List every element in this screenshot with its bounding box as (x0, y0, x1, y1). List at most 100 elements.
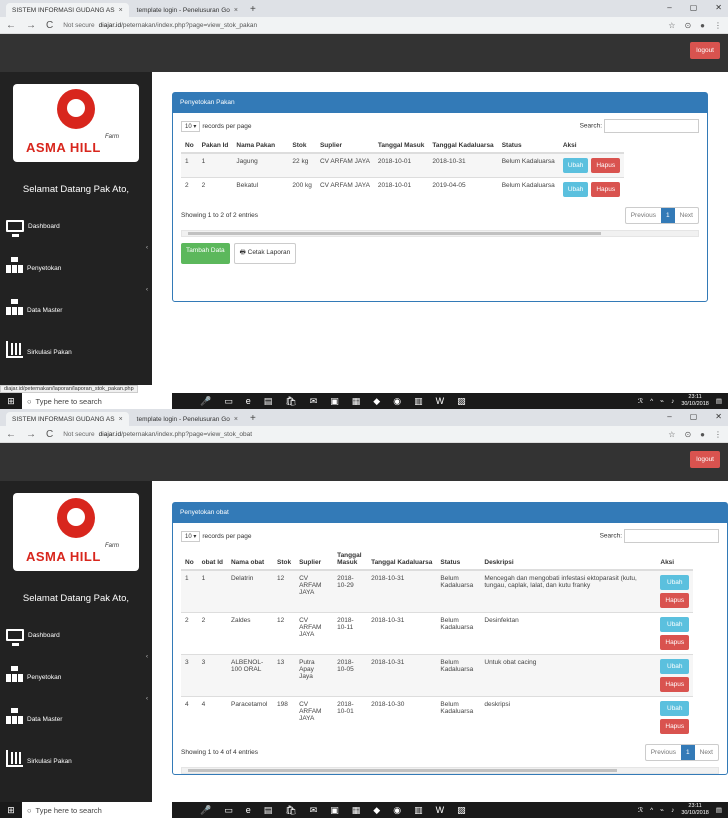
column-header[interactable]: Status (497, 139, 559, 154)
app-icon[interactable]: ▥ (414, 396, 423, 407)
column-header[interactable]: Pakan Id (197, 139, 233, 154)
profile-icon[interactable]: ● (700, 21, 705, 30)
notification-icon[interactable]: ▤ (716, 397, 722, 405)
calc-icon[interactable]: ▦ (352, 396, 361, 407)
star-icon[interactable]: ☆ (668, 21, 675, 30)
app-icon[interactable]: ▥ (414, 805, 423, 816)
chrome-icon[interactable]: ◉ (393, 396, 401, 407)
delete-button[interactable]: Hapus (660, 635, 690, 650)
close-icon[interactable]: × (234, 416, 238, 423)
network-icon[interactable]: ⌁ (660, 806, 664, 814)
edit-button[interactable]: Ubah (660, 659, 690, 674)
sidebar-item-penyetokan[interactable]: Penyetokan ‹ (0, 646, 152, 688)
store-icon[interactable]: 🛍 (285, 396, 296, 407)
pagination-page-1[interactable]: 1 (681, 745, 695, 760)
task-view-icon[interactable]: ▭ (224, 396, 233, 407)
column-header[interactable]: Nama Pakan (232, 139, 289, 154)
edge-icon[interactable]: e (246, 396, 251, 407)
edit-button[interactable]: Ubah (660, 575, 690, 590)
delete-button[interactable]: Hapus (591, 158, 621, 173)
windows-start-icon[interactable]: ⊞ (0, 396, 22, 407)
maximize-icon[interactable]: ▢ (690, 3, 698, 12)
page-length-select[interactable]: 10 ▾ (181, 120, 201, 132)
sidebar-item-dashboard[interactable]: Dashboard (0, 604, 152, 646)
sidebar-item-penyetokan[interactable]: Penyetokan ‹ (0, 237, 152, 279)
logout-button[interactable]: logout (690, 451, 720, 468)
column-header[interactable]: Tanggal Kadaluarsa (367, 549, 437, 571)
mic-icon[interactable]: 🎤 (200, 805, 211, 816)
column-header[interactable]: No (181, 139, 198, 154)
extension-icon[interactable]: ⊙ (684, 21, 691, 30)
pagination-page-1[interactable]: 1 (661, 208, 675, 223)
people-icon[interactable]: ℛ (638, 806, 643, 814)
delete-button[interactable]: Hapus (660, 593, 690, 608)
horizontal-scrollbar[interactable] (181, 230, 699, 237)
network-icon[interactable]: ⌁ (660, 397, 664, 405)
column-header[interactable]: Suplier (315, 139, 374, 154)
chrome-icon[interactable]: ◉ (393, 805, 401, 816)
chevron-up-icon[interactable]: ^ (650, 807, 653, 814)
store-icon[interactable]: 🛍 (285, 805, 296, 816)
volume-icon[interactable]: ♪ (671, 398, 674, 405)
edit-button[interactable]: Ubah (660, 617, 690, 632)
sidebar-item-sirkulasi-pakan[interactable]: Sirkulasi Pakan (0, 321, 152, 363)
file-explorer-icon[interactable]: ▤ (264, 396, 273, 407)
menu-icon[interactable]: ⋮ (714, 430, 722, 439)
column-header[interactable]: obat Id (197, 549, 227, 571)
close-icon[interactable]: × (119, 7, 123, 14)
column-header[interactable]: Tanggal Kadaluarsa (428, 139, 498, 154)
forward-icon[interactable]: → (26, 20, 36, 31)
close-icon[interactable]: × (234, 7, 238, 14)
word-icon[interactable]: W (436, 396, 445, 407)
task-view-icon[interactable]: ▭ (224, 805, 233, 816)
photos-icon[interactable]: ▣ (330, 805, 339, 816)
mail-icon[interactable]: ✉ (310, 396, 318, 407)
close-icon[interactable]: × (119, 416, 123, 423)
url-field[interactable]: Not secure diajar.id/peternakan/index.php… (63, 431, 658, 438)
back-icon[interactable]: ← (6, 429, 16, 440)
volume-icon[interactable]: ♪ (671, 807, 674, 814)
minimize-icon[interactable]: – (667, 412, 671, 421)
folder-icon[interactable]: ◆ (373, 396, 380, 407)
pagination-previous[interactable]: Previous (626, 208, 661, 223)
mail-icon[interactable]: ✉ (310, 805, 318, 816)
mic-icon[interactable]: 🎤 (200, 396, 211, 407)
column-header[interactable]: Suplier (295, 549, 334, 571)
url-field[interactable]: Not secure diajar.id/peternakan/index.php… (63, 22, 658, 29)
pagination-previous[interactable]: Previous (646, 745, 681, 760)
column-header[interactable]: Tanggal Masuk (333, 549, 368, 571)
column-header[interactable]: Aksi (558, 139, 625, 154)
close-window-icon[interactable]: ✕ (715, 412, 722, 421)
column-header[interactable]: Stok (272, 549, 296, 571)
sidebar-item-data-master[interactable]: Data Master ‹ (0, 688, 152, 730)
calc-icon[interactable]: ▦ (352, 805, 361, 816)
browser-tab[interactable]: template login - Penelusuran Go × (130, 3, 244, 17)
delete-button[interactable]: Hapus (660, 677, 690, 692)
star-icon[interactable]: ☆ (668, 430, 675, 439)
new-tab-icon[interactable]: + (250, 4, 256, 15)
delete-button[interactable]: Hapus (660, 719, 690, 734)
sidebar-item-sirkulasi-pakan[interactable]: Sirkulasi Pakan (0, 730, 152, 772)
minimize-icon[interactable]: – (667, 3, 671, 12)
sidebar-item-dashboard[interactable]: Dashboard (0, 195, 152, 237)
column-header[interactable]: Stok (288, 139, 316, 154)
browser-tab[interactable]: SISTEM INFORMASI GUDANG AS × (6, 3, 129, 17)
pagination-next[interactable]: Next (695, 745, 718, 760)
people-icon[interactable]: ℛ (638, 397, 643, 405)
edit-button[interactable]: Ubah (562, 158, 589, 173)
forward-icon[interactable]: → (26, 429, 36, 440)
clock[interactable]: 23:11 30/10/2018 (681, 803, 709, 817)
back-icon[interactable]: ← (6, 20, 16, 31)
browser-tab[interactable]: SISTEM INFORMASI GUDANG AS × (6, 412, 129, 426)
add-data-button[interactable]: Tambah Data (181, 243, 230, 264)
profile-icon[interactable]: ● (700, 430, 705, 439)
logout-button[interactable]: logout (690, 42, 720, 59)
taskbar-search[interactable]: ○ Type here to search (22, 393, 172, 409)
delete-button[interactable]: Hapus (591, 182, 621, 197)
column-header[interactable]: Aksi (656, 549, 694, 571)
edit-button[interactable]: Ubah (660, 701, 690, 716)
photos-icon[interactable]: ▣ (330, 396, 339, 407)
pagination-next[interactable]: Next (675, 208, 698, 223)
file-explorer-icon[interactable]: ▤ (264, 805, 273, 816)
image-icon[interactable]: ▨ (457, 396, 466, 407)
